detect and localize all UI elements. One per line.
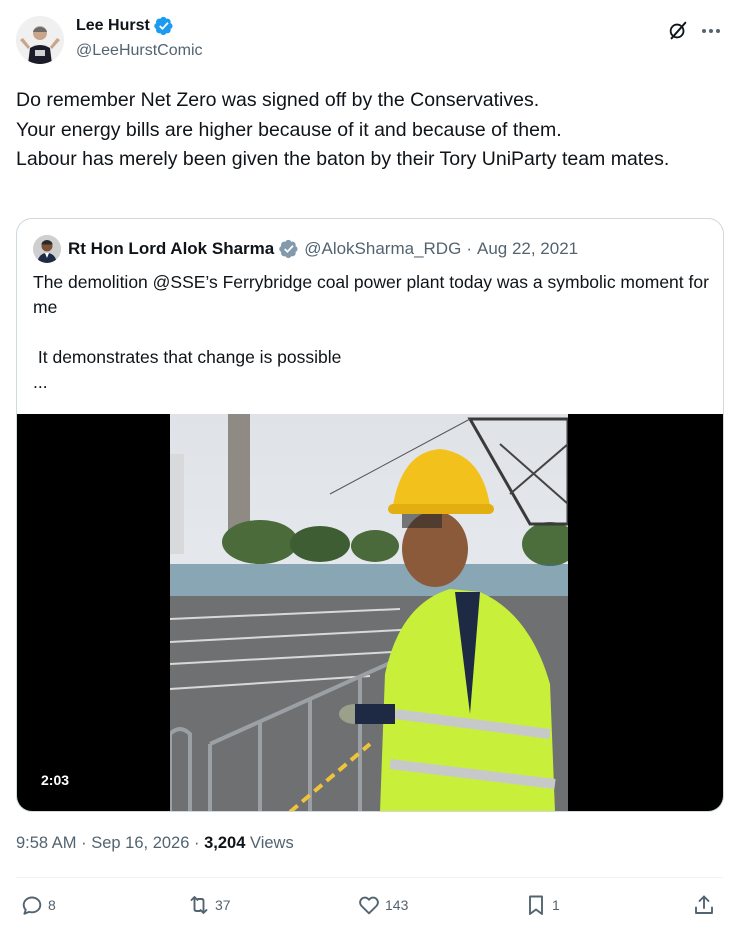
quoted-author-avatar-image	[33, 235, 61, 263]
reply-count: 8	[48, 897, 56, 913]
author-handle[interactable]: @LeeHurstComic	[76, 42, 203, 60]
meta-separator: ·	[81, 834, 87, 852]
views-label: Views	[249, 834, 294, 852]
quoted-author-handle[interactable]: @AlokSharma_RDG	[304, 239, 461, 259]
tweet-date[interactable]: Sep 16, 2026	[91, 834, 189, 852]
repost-icon	[190, 896, 208, 914]
like-count: 143	[385, 897, 409, 913]
quoted-date[interactable]: Aug 22, 2021	[477, 239, 578, 259]
bookmark-icon	[529, 895, 543, 915]
reply-icon	[22, 896, 42, 915]
video-player[interactable]: 2:03	[17, 414, 723, 811]
quoted-author-display-name[interactable]: Rt Hon Lord Alok Sharma	[68, 239, 274, 259]
quoted-tweet-header: Rt Hon Lord Alok Sharma @AlokSharma_RDG …	[33, 235, 578, 263]
more-icon[interactable]	[699, 20, 723, 42]
author-name-row: Lee Hurst	[76, 16, 174, 36]
meta-separator: ·	[194, 834, 200, 852]
verified-badge-icon[interactable]	[154, 16, 174, 36]
tweet-meta: 9:58 AM · Sep 16, 2026 · 3,204 Views	[16, 834, 294, 853]
repost-button[interactable]: 37	[187, 893, 231, 917]
bookmark-button[interactable]: 1	[524, 893, 560, 917]
like-icon	[359, 896, 379, 915]
quoted-verified-badge-icon[interactable]	[279, 239, 299, 259]
views-count: 3,204	[204, 834, 246, 852]
like-button[interactable]: 143	[357, 893, 408, 917]
tweet-header: Lee Hurst @LeeHurstComic	[16, 12, 723, 68]
reply-button[interactable]: 8	[20, 893, 56, 917]
bookmark-count: 1	[552, 897, 560, 913]
quoted-tweet-card[interactable]: Rt Hon Lord Alok Sharma @AlokSharma_RDG …	[16, 218, 724, 812]
share-icon	[695, 895, 713, 914]
quoted-separator: ·	[466, 239, 472, 258]
author-display-name[interactable]: Lee Hurst	[76, 17, 150, 35]
quoted-author-avatar[interactable]	[33, 235, 61, 263]
quoted-tweet-text: The demolition @SSE’s Ferrybridge coal p…	[33, 272, 709, 392]
share-button[interactable]	[692, 893, 716, 917]
tweet-time[interactable]: 9:58 AM	[16, 834, 77, 852]
author-avatar[interactable]	[16, 16, 64, 64]
action-bar: 8 37 143 1	[16, 893, 723, 923]
repost-count: 37	[215, 897, 231, 913]
divider	[16, 877, 723, 878]
video-thumbnail	[170, 414, 568, 811]
grok-icon[interactable]	[667, 20, 689, 42]
video-duration: 2:03	[33, 770, 78, 790]
author-avatar-image	[16, 16, 64, 64]
tweet-text: Do remember Net Zero was signed off by t…	[16, 89, 670, 170]
